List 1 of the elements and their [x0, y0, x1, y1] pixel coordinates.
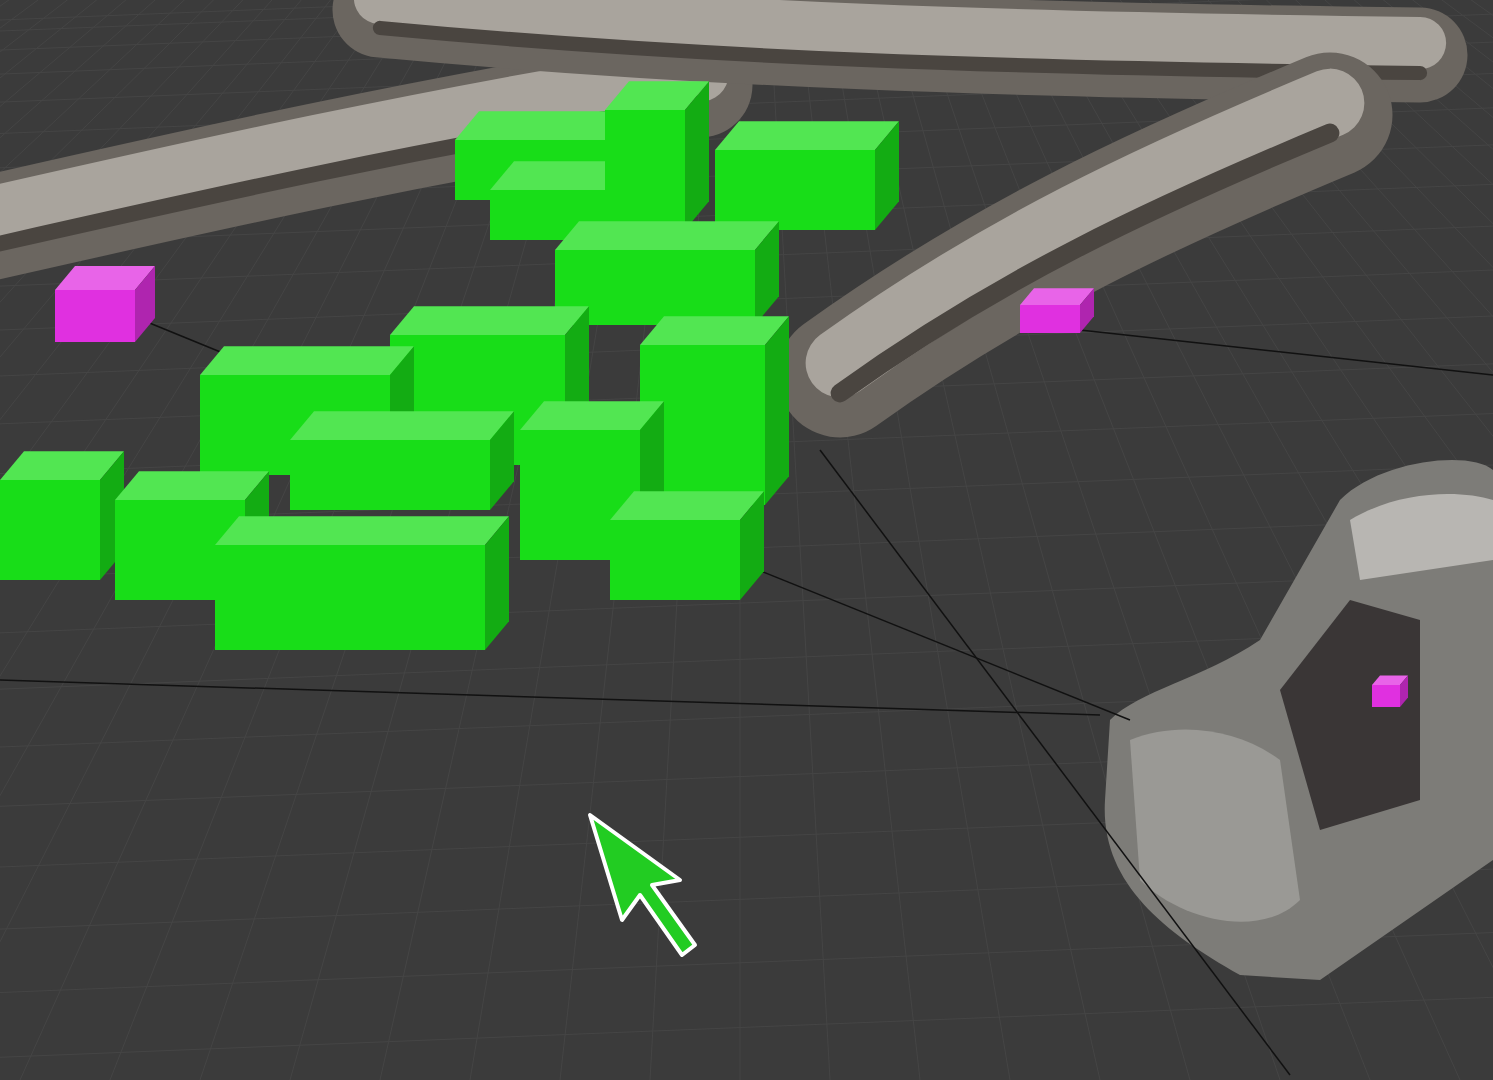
3d-viewport[interactable]	[0, 0, 1493, 1080]
